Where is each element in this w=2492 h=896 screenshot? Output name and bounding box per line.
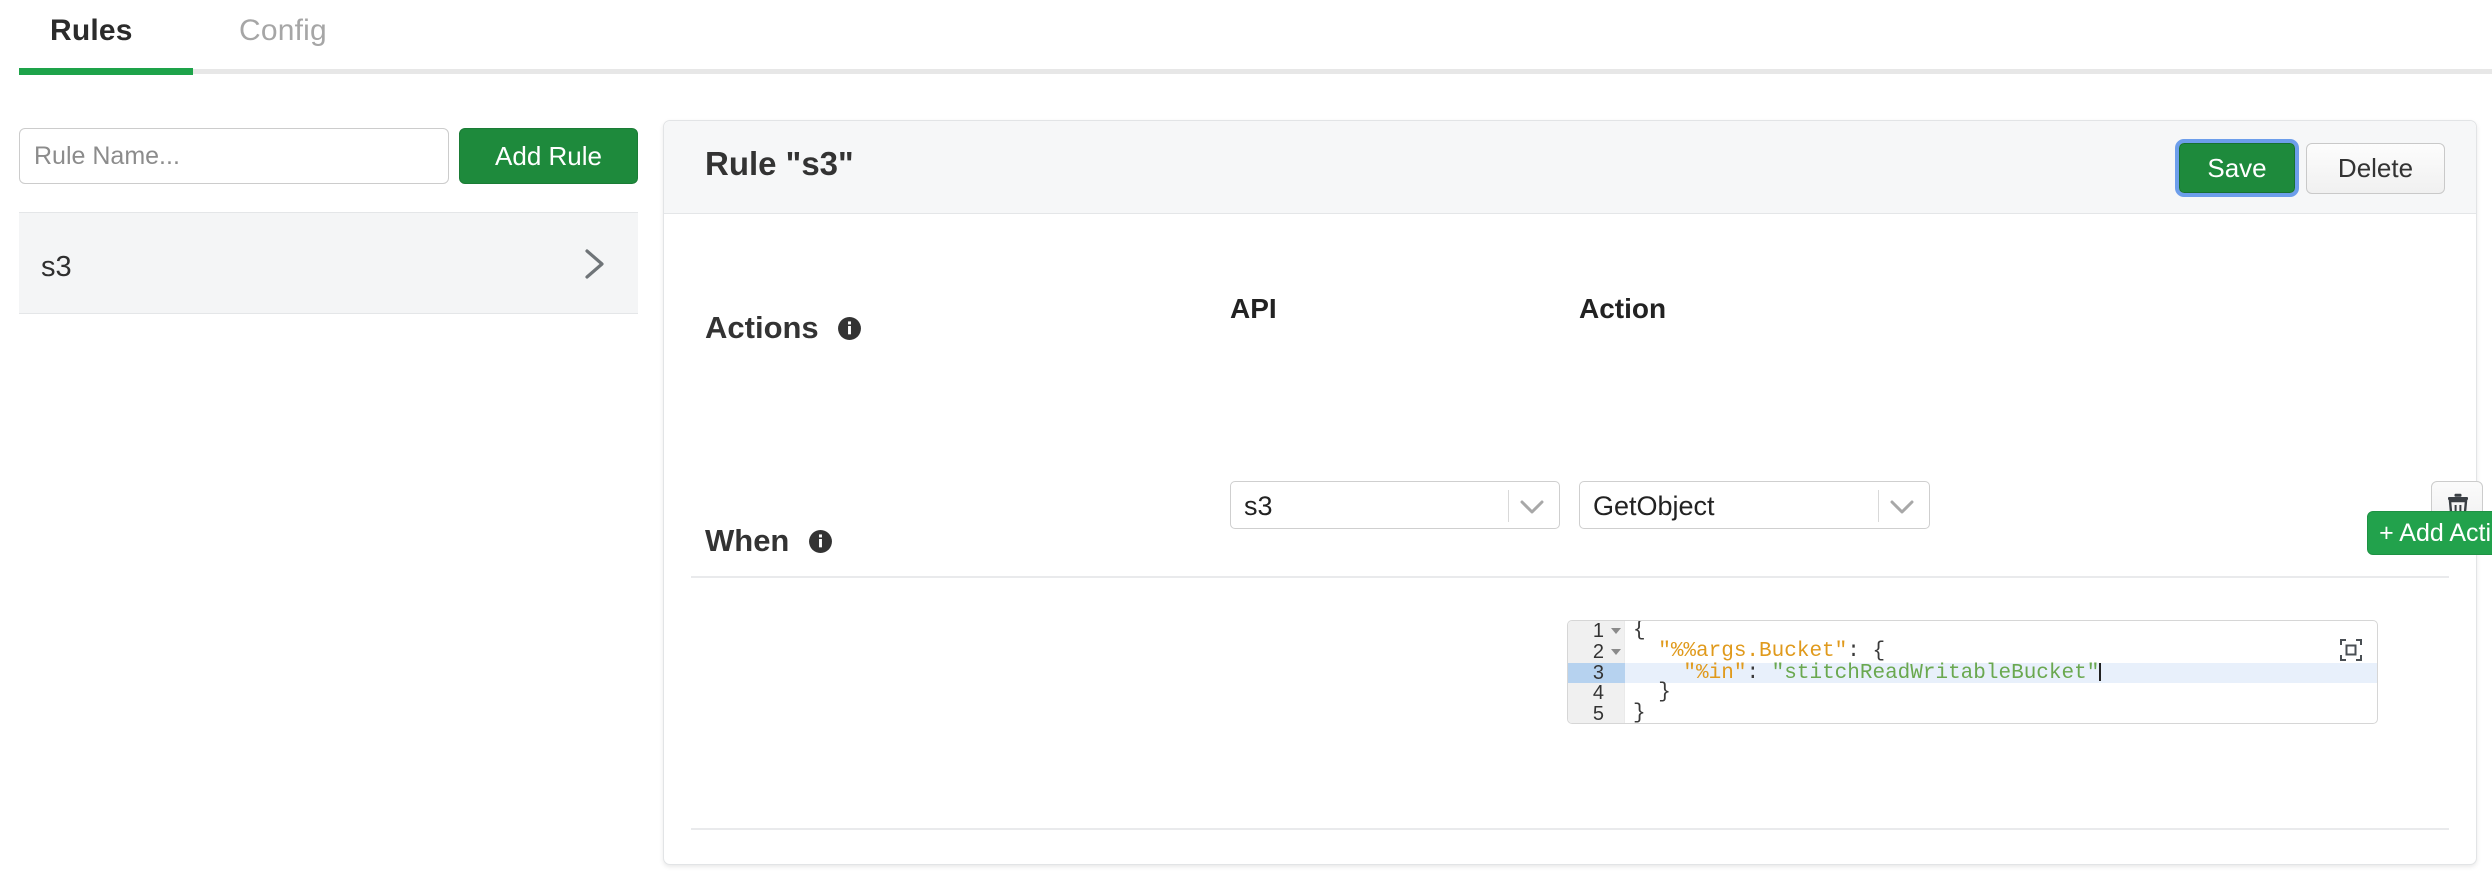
code-line-1[interactable]: { (1625, 621, 2377, 642)
delete-button[interactable]: Delete (2306, 143, 2445, 194)
editor-code-area[interactable]: { "%%args.Bucket": { "%in": "stitchReadW… (1625, 621, 2377, 723)
actions-section-label: Actions (705, 310, 862, 346)
actions-label-text: Actions (705, 310, 819, 345)
line-number: 4 (1592, 682, 1604, 705)
api-select-value: s3 (1244, 491, 1273, 521)
action-select-value: GetObject (1593, 491, 1715, 521)
tab-bar-rule (19, 69, 2492, 74)
expand-icon[interactable] (2340, 639, 2362, 661)
code-line-5[interactable]: } (1625, 703, 2377, 723)
action-select[interactable]: GetObject (1579, 481, 1930, 529)
save-button-focus-ring: Save (2175, 139, 2299, 197)
api-select[interactable]: s3 (1230, 481, 1560, 529)
line-number: 5 (1592, 703, 1604, 724)
tab-bar: Rules Config (0, 0, 2492, 75)
chevron-down-icon (1519, 499, 1545, 515)
line-number: 1 (1592, 620, 1604, 642)
info-icon[interactable] (808, 529, 833, 554)
editor-gutter: 12345 (1568, 621, 1625, 723)
tab-config[interactable]: Config (239, 14, 327, 48)
chevron-down-icon (1889, 499, 1915, 515)
rule-list: s3 (19, 212, 638, 314)
line-number: 3 (1592, 661, 1604, 684)
gutter-line-3: 3 (1568, 661, 1625, 684)
gutter-line-2: 2 (1568, 640, 1625, 663)
fold-arrow-icon[interactable] (1611, 648, 1621, 655)
api-field-label: API (1230, 293, 1277, 324)
page-title: Rule "s3" (705, 145, 854, 182)
rule-name-input[interactable] (19, 128, 449, 184)
section-divider (691, 828, 2449, 830)
code-line-2[interactable]: "%%args.Bucket": { (1625, 641, 2377, 663)
api-select-separator (1508, 490, 1509, 522)
save-button[interactable]: Save (2179, 143, 2295, 193)
rule-detail-card: Rule "s3" Save Delete Actions API Action… (663, 120, 2492, 865)
chevron-right-icon (580, 247, 610, 281)
action-select-separator (1878, 490, 1879, 522)
gutter-line-5: 5 (1568, 703, 1625, 724)
add-action-button[interactable]: + Add Action (2367, 511, 2492, 555)
fold-arrow-icon[interactable] (1611, 628, 1621, 634)
line-number: 2 (1592, 640, 1604, 663)
tab-active-underline (19, 68, 193, 75)
action-field-label: Action (1579, 293, 1667, 324)
rule-list-item-label: s3 (41, 251, 72, 283)
rule-card-header: Rule "s3" Save Delete (664, 121, 2476, 214)
code-line-3[interactable]: "%in": "stitchReadWritableBucket" (1625, 662, 2377, 684)
gutter-line-1: 1 (1568, 621, 1625, 642)
section-divider (691, 576, 2449, 578)
add-rule-button[interactable]: Add Rule (459, 128, 638, 184)
tab-rules[interactable]: Rules (50, 14, 133, 48)
when-code-editor[interactable]: 12345 { "%%args.Bucket": { "%in": "stitc… (1567, 620, 2378, 724)
code-line-4[interactable]: } (1625, 682, 2377, 704)
when-label-text: When (705, 523, 790, 558)
when-section-label: When (705, 523, 833, 559)
info-icon[interactable] (837, 316, 862, 341)
gutter-line-4: 4 (1568, 683, 1625, 704)
rule-list-item-s3[interactable]: s3 (19, 212, 638, 314)
